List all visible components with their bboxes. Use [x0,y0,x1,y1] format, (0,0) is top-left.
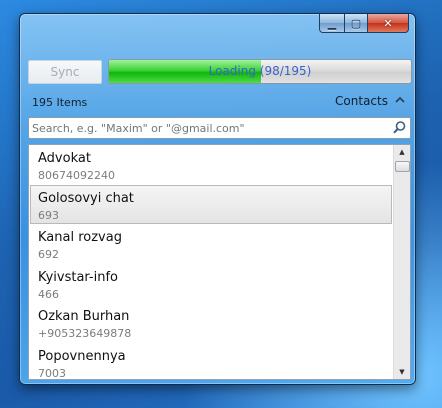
scroll-thumb[interactable] [395,161,410,172]
contact-name: Kanal rozvag [38,230,122,245]
list-item[interactable]: Popovnennya 7003 [30,343,392,380]
minimize-button[interactable]: ▁ [319,14,345,33]
minimize-icon: ▁ [327,16,337,30]
items-count: 195 Items [32,96,88,109]
search-icon[interactable] [392,120,407,135]
contact-detail: 466 [38,287,59,301]
contacts-list[interactable]: Advokat 80674092240 Golosovyi chat 693 Kanal… [28,144,411,380]
close-button[interactable]: ✕ [368,14,409,33]
contacts-list-items: Advokat 80674092240 Golosovyi chat 693 Kanal… [29,145,394,380]
list-item[interactable]: Kyivstar-info 466 [30,264,392,304]
contacts-label[interactable]: Contacts [335,94,388,108]
progress-text: Loading (98/195) [208,64,312,78]
caption-buttons: ▁ ▢ ✕ [319,14,409,34]
chevron-up-icon[interactable] [393,94,407,108]
loading-progress-bar: Loading (98/195) [108,59,412,84]
contact-detail: 692 [38,248,59,261]
list-item[interactable]: Golosovyi chat 693 [30,184,392,224]
contact-name: Advokat [38,151,91,166]
contact-detail: +905323649878 [38,327,132,340]
contact-name: Kyivstar-info [38,269,118,285]
contact-name: Ozkan Burhan [38,309,130,324]
maximize-button[interactable]: ▢ [345,14,368,33]
scroll-down-icon[interactable]: ▼ [394,365,410,379]
contact-name: Golosovyi chat [38,190,134,206]
maximize-icon: ▢ [350,16,362,30]
list-item[interactable]: Advokat 80674092240 [30,145,392,185]
scroll-up-icon[interactable]: ▲ [394,145,410,159]
contact-detail: 80674092240 [38,169,115,182]
contact-name: Popovnennya [38,348,126,364]
close-icon: ✕ [383,16,393,30]
search-input[interactable] [32,118,384,138]
sync-button[interactable]: Sync [28,60,102,84]
contact-detail: 693 [38,208,59,222]
contact-detail: 7003 [38,366,66,380]
app-window: ▁ ▢ ✕ Sync Loading (98/195) 195 Items Co… [19,13,416,385]
vertical-scrollbar[interactable]: ▲ ▼ [393,145,410,379]
list-item[interactable]: Ozkan Burhan +905323649878 [30,303,392,343]
list-item[interactable]: Kanal rozvag 692 [30,224,392,264]
search-box [28,117,411,139]
